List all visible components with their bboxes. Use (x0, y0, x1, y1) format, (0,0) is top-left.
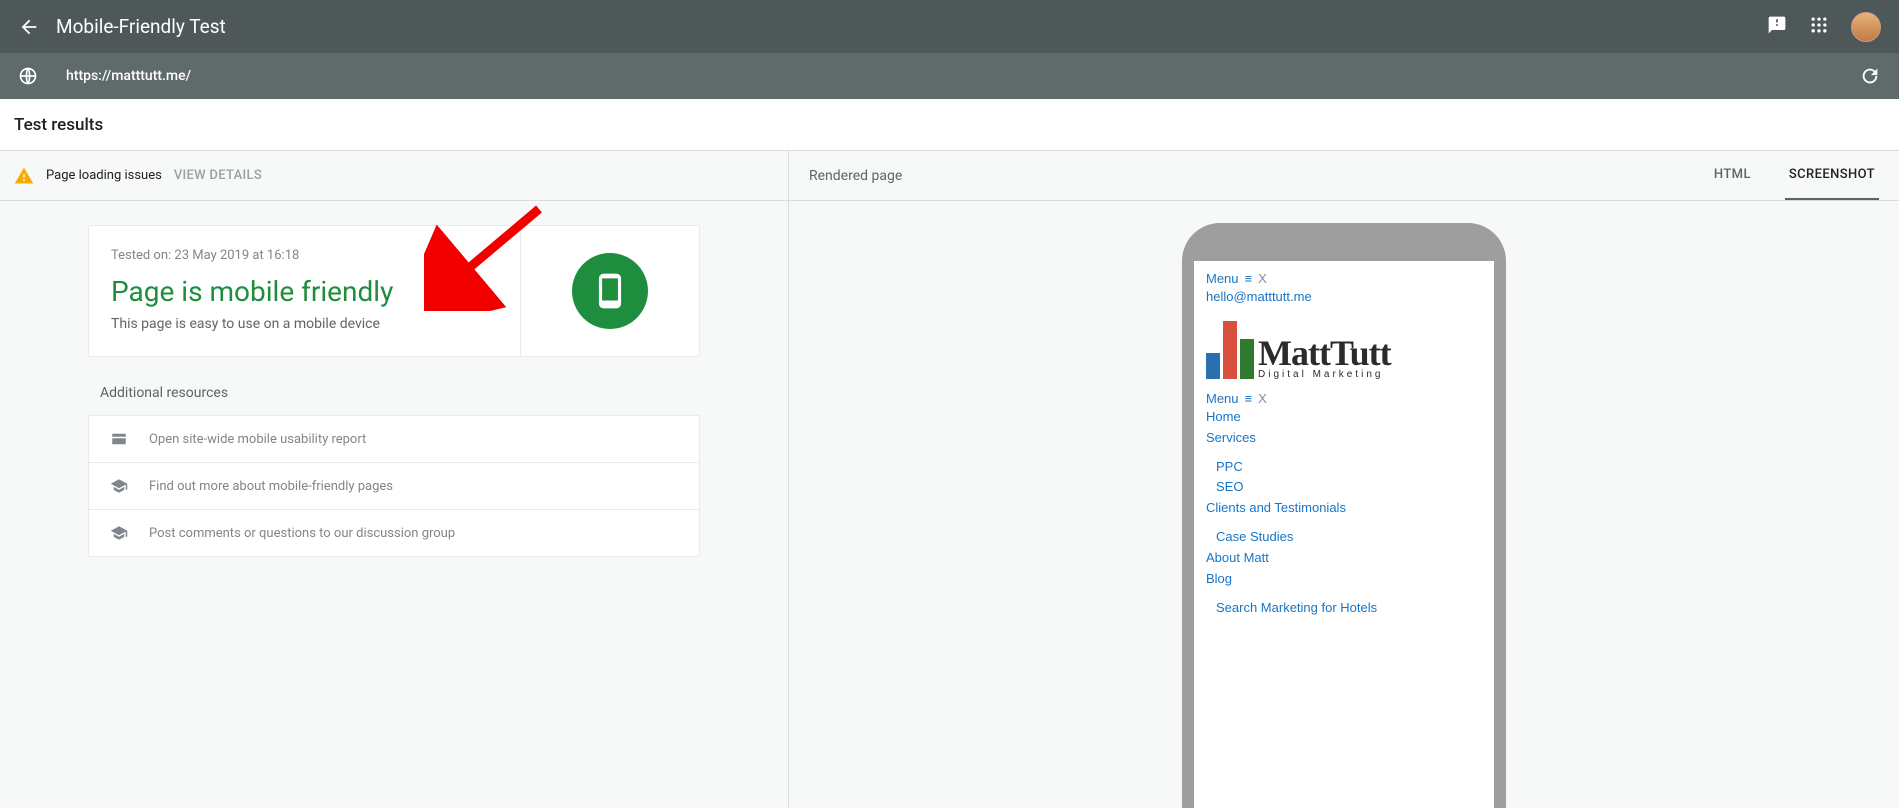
issues-bar: Page loading issues VIEW DETAILS (0, 151, 788, 201)
hamburger-icon: ≡ (1245, 391, 1253, 406)
left-pane: Page loading issues VIEW DETAILS Tested … (0, 151, 789, 808)
hamburger-icon: ≡ (1245, 271, 1253, 286)
status-description: This page is easy to use on a mobile dev… (111, 316, 498, 332)
phone-nav-clients: Clients and Testimonials (1206, 499, 1482, 518)
school-icon (109, 524, 129, 542)
logo-main-text: MattTutt (1258, 337, 1391, 369)
resource-item-label: Find out more about mobile-friendly page… (149, 479, 393, 494)
back-arrow-icon[interactable] (18, 16, 40, 38)
tested-on-text: Tested on: 23 May 2019 at 16:18 (111, 248, 498, 263)
phone-nav-seo: SEO (1216, 478, 1482, 497)
resource-item-label: Post comments or questions to our discus… (149, 526, 455, 541)
refresh-icon[interactable] (1859, 65, 1881, 87)
phone-nav-about: About Matt (1206, 549, 1482, 568)
phone-logo: MattTutt Digital Marketing (1206, 321, 1482, 379)
tested-url[interactable]: https://matttutt.me/ (66, 68, 1859, 84)
additional-resources-label: Additional resources (88, 385, 700, 401)
right-top-bar: Rendered page HTML SCREENSHOT (789, 151, 1899, 201)
school-icon (109, 477, 129, 495)
phone-nav-services: Services (1206, 429, 1482, 448)
apps-grid-icon[interactable] (1809, 15, 1829, 39)
globe-icon (18, 66, 38, 86)
phone-nav-home: Home (1206, 408, 1482, 427)
app-title: Mobile-Friendly Test (56, 15, 1767, 38)
status-title: Page is mobile friendly (111, 275, 498, 308)
rendered-page-label: Rendered page (809, 168, 1710, 184)
resource-item-label: Open site-wide mobile usability report (149, 432, 366, 447)
avatar[interactable] (1851, 12, 1881, 42)
resource-list: Open site-wide mobile usability report F… (88, 415, 700, 557)
phone-menu: Menu (1206, 391, 1239, 406)
url-bar: https://matttutt.me/ (0, 53, 1899, 99)
close-x-icon: X (1258, 391, 1267, 406)
issues-text: Page loading issues (46, 168, 162, 183)
status-card: Tested on: 23 May 2019 at 16:18 Page is … (88, 225, 700, 357)
phone-nav-ppc: PPC (1216, 458, 1482, 477)
phone-nav-case-studies: Case Studies (1216, 528, 1482, 547)
feedback-icon[interactable] (1767, 15, 1787, 39)
resource-item-report[interactable]: Open site-wide mobile usability report (89, 416, 699, 463)
phone-email-link: hello@matttutt.me (1206, 288, 1482, 307)
mobile-friendly-badge-icon (572, 253, 648, 329)
tab-html[interactable]: HTML (1710, 151, 1755, 200)
view-details-link[interactable]: VIEW DETAILS (174, 168, 262, 183)
phone-menu: Menu (1206, 271, 1239, 286)
results-header: Test results (0, 99, 1899, 151)
right-pane: Rendered page HTML SCREENSHOT Menu ≡ X h… (789, 151, 1899, 808)
results-title: Test results (14, 115, 103, 135)
app-header: Mobile-Friendly Test (0, 0, 1899, 53)
close-x-icon: X (1258, 271, 1267, 286)
phone-nav-blog: Blog (1206, 570, 1482, 589)
resource-item-learn[interactable]: Find out more about mobile-friendly page… (89, 463, 699, 510)
phone-screen: Menu ≡ X hello@matttutt.me MattTutt (1194, 261, 1494, 808)
logo-sub-text: Digital Marketing (1258, 370, 1391, 379)
warning-triangle-icon (14, 166, 34, 186)
phone-nav-search-marketing: Search Marketing for Hotels (1216, 599, 1482, 618)
phone-frame: Menu ≡ X hello@matttutt.me MattTutt (1182, 223, 1506, 808)
report-icon (109, 430, 129, 448)
tab-screenshot[interactable]: SCREENSHOT (1785, 151, 1879, 200)
resource-item-discuss[interactable]: Post comments or questions to our discus… (89, 510, 699, 556)
